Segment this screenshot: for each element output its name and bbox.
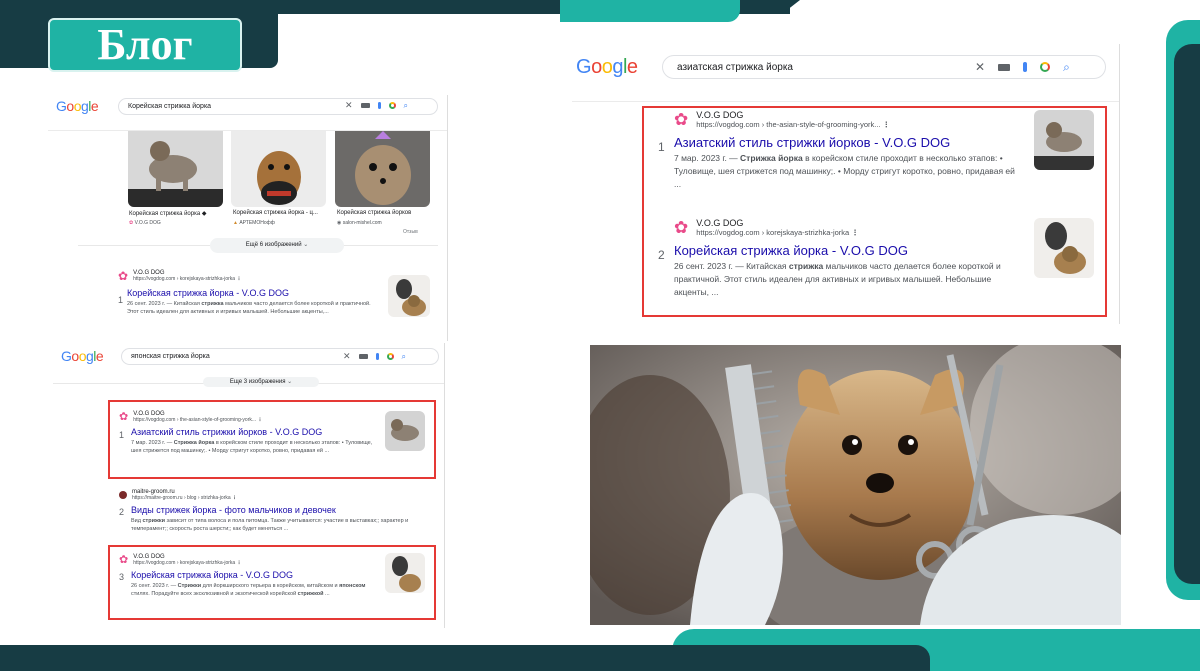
lens-icon[interactable] [386,353,394,360]
lens-icon[interactable] [388,102,396,109]
feedback-link[interactable]: Отзыв [403,229,418,235]
image-caption-3[interactable]: Корейская стрижка йорков [337,210,411,216]
search-icon[interactable]: ⌕ [404,101,408,110]
more-vert-icon: ⋮ [232,495,238,501]
image-source-3: ◉ salon-mishel.com [337,220,382,226]
slide-title: Блог [48,18,242,72]
site-favicon-icon [119,491,127,499]
frame-bottom-dark [0,645,930,671]
dog-thumbnail-1 [128,131,223,207]
result-title[interactable]: Виды стрижек йорка - фото мальчиков и де… [131,505,419,515]
keyboard-icon[interactable] [358,354,368,359]
frame-top-corner [740,0,800,14]
mic-icon[interactable] [375,353,379,360]
highlight-box-3 [108,545,436,620]
more-images-button[interactable]: Ещё 6 изображений ⌄ [210,238,344,253]
more-vert-icon: ⋮ [236,276,242,282]
chevron-down-icon: ⌄ [287,379,293,385]
highlight-box-1 [108,400,436,479]
image-source-2: ▲ АРТЕМОНофф [233,220,275,226]
google-logo: Google [56,98,99,114]
image-source-1: ✿ V.O.G DOG [129,220,161,226]
result-number-2: 2 [119,507,125,517]
source-icon: ▲ [233,220,238,226]
close-icon[interactable]: ✕ [345,101,353,110]
screenshot-japanese-query: Google японская стрижка йорка ✕ ⌕ Еще 3 … [53,343,445,628]
image-card-3[interactable] [335,131,430,207]
groomed-yorkie-photo [590,345,1121,625]
google-logo: Google [576,56,638,78]
search-result-2: maitre-groom.ru https://maitre-groom.ru … [119,489,419,533]
more-images-button[interactable]: Еще 3 изображения ⌄ [203,377,319,387]
mic-icon[interactable] [377,102,381,109]
result-number: 1 [118,295,124,305]
keyboard-icon[interactable] [998,63,1011,71]
header-divider [572,101,1119,102]
result-snippet: Вид стрижки зависит от типа волоса и пол… [131,518,409,532]
image-card-1[interactable] [128,131,223,207]
close-icon[interactable]: ✕ [343,352,351,361]
chevron-down-icon: ⌄ [303,242,309,248]
image-caption-1[interactable]: Корейская стрижка йорка ◆ [129,210,206,217]
paw-icon: ✿ [118,269,129,283]
result-url[interactable]: https://maitre-groom.ru › blog › strizhk… [132,495,237,501]
paw-icon: ✿ [129,220,134,226]
image-card-2[interactable] [231,131,326,207]
result-thumbnail[interactable] [388,275,430,317]
search-query: Корейская стрижка йорка [128,103,212,110]
frame-top-teal [560,0,740,22]
dog-thumbnail-3 [335,131,430,207]
result-snippet: 26 сент. 2023 г. — Китайская стрижка мал… [127,301,371,315]
frame-right-dark [1174,44,1200,584]
close-icon[interactable]: ✕ [975,61,985,73]
yorkie-grooming-illustration [590,345,1121,625]
keyboard-icon[interactable] [360,103,370,108]
lens-icon[interactable] [1040,62,1051,72]
screenshot-asian-query: Google азиатская стрижка йорка ✕ ⌕ ✿ V.O… [572,44,1120,324]
image-caption-2[interactable]: Корейская стрижка йорка - ц... [233,210,318,216]
result-url[interactable]: https://vogdog.com › korejskaya-strizhka… [133,276,241,282]
mic-icon[interactable] [1023,62,1028,72]
search-icon[interactable]: ⌕ [1063,61,1070,73]
globe-icon: ◉ [337,220,342,226]
google-logo: Google [61,348,104,364]
dog-thumbnail-2 [231,131,326,207]
screenshot-korean-query: Google Корейская стрижка йорка ✕ ⌕ Корей… [48,95,448,341]
search-query: японская стрижка йорка [131,353,210,360]
search-icon[interactable]: ⌕ [402,352,406,361]
search-query: азиатская стрижка йорка [677,61,793,73]
highlight-box [642,106,1107,317]
